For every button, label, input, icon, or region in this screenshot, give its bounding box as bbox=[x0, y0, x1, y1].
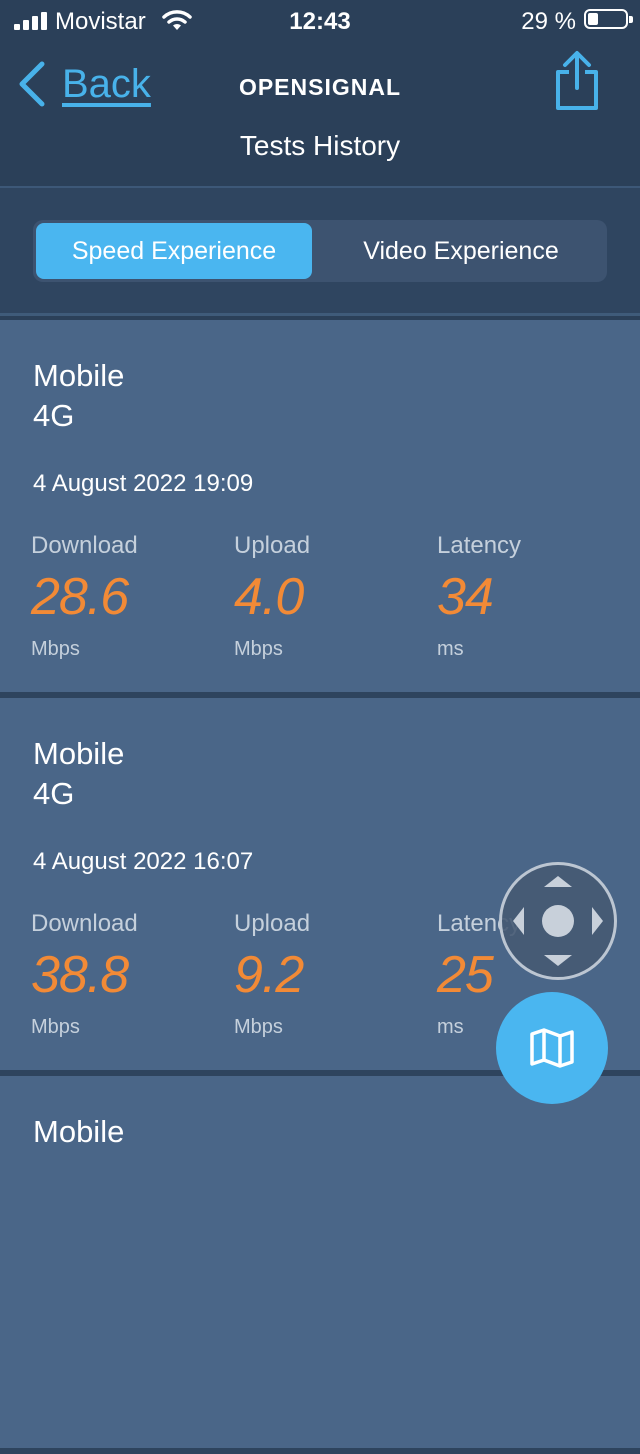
latency-value: 34 bbox=[437, 568, 494, 626]
battery-icon bbox=[584, 9, 633, 29]
test-result-card[interactable]: Mobile bbox=[0, 1076, 640, 1454]
download-metric: Download 28.6 Mbps bbox=[31, 532, 138, 661]
tab-speed-experience[interactable]: Speed Experience bbox=[36, 223, 312, 279]
segment-container: Speed Experience Video Experience bbox=[0, 188, 640, 316]
upload-metric: Upload 9.2 Mbps bbox=[234, 910, 310, 1039]
map-button[interactable] bbox=[496, 992, 608, 1104]
latency-metric: Latency 34 ms bbox=[437, 532, 521, 661]
upload-unit: Mbps bbox=[234, 638, 283, 660]
status-bar: Movistar 12:43 29 % bbox=[0, 0, 640, 42]
download-unit: Mbps bbox=[31, 1016, 80, 1038]
map-icon bbox=[530, 1028, 574, 1068]
network-generation: 4G bbox=[33, 776, 75, 811]
test-datetime: 4 August 2022 16:07 bbox=[33, 848, 254, 875]
upload-label: Upload bbox=[234, 910, 311, 937]
download-value: 28.6 bbox=[31, 568, 129, 626]
latency-unit: ms bbox=[437, 638, 464, 660]
connection-type: Mobile bbox=[33, 1114, 125, 1149]
upload-value: 9.2 bbox=[234, 946, 304, 1004]
connection-type: Mobile bbox=[33, 736, 125, 771]
download-label: Download bbox=[31, 532, 138, 559]
share-button[interactable] bbox=[552, 50, 602, 117]
tab-video-experience[interactable]: Video Experience bbox=[318, 223, 604, 279]
upload-value: 4.0 bbox=[234, 568, 304, 626]
opensignal-logo: OPENSIGNAL bbox=[238, 74, 402, 100]
share-icon bbox=[556, 51, 598, 110]
download-metric: Download 38.8 Mbps bbox=[31, 910, 138, 1039]
battery-percentage: 29 % bbox=[521, 8, 576, 35]
upload-metric: Upload 4.0 Mbps bbox=[234, 532, 310, 661]
upload-label: Upload bbox=[234, 532, 311, 559]
connection-type: Mobile bbox=[33, 358, 125, 393]
latency-label: Latency bbox=[437, 532, 522, 559]
directional-pad-icon bbox=[513, 876, 603, 966]
download-label: Download bbox=[31, 910, 138, 937]
download-value: 38.8 bbox=[31, 946, 129, 1004]
navigation-bar: Back OPENSIGNAL Tests History bbox=[0, 42, 640, 188]
network-generation: 4G bbox=[33, 398, 75, 433]
page-title: Tests History bbox=[239, 130, 401, 161]
test-result-card[interactable]: Mobile 4G 4 August 2022 19:09 Download 2… bbox=[0, 320, 640, 698]
experience-segmented-control: Speed Experience Video Experience bbox=[33, 220, 607, 282]
map-pan-joystick[interactable] bbox=[499, 862, 617, 980]
test-datetime: 4 August 2022 19:09 bbox=[33, 470, 254, 497]
download-unit: Mbps bbox=[31, 638, 80, 660]
upload-unit: Mbps bbox=[234, 1016, 283, 1038]
